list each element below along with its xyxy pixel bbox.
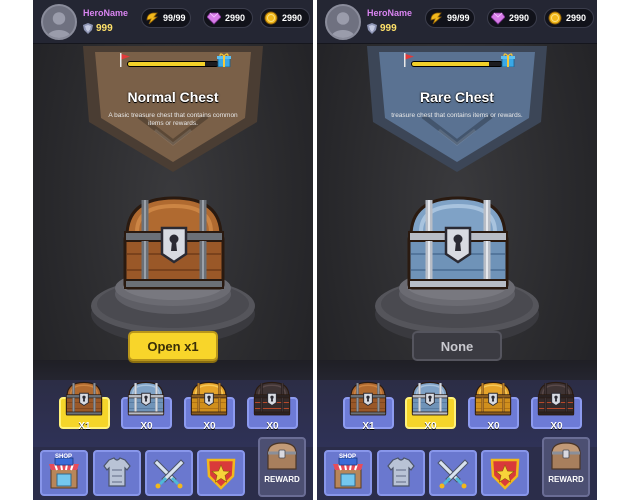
lava-chest-icon: [536, 381, 576, 417]
coins-counter[interactable]: 2990: [544, 8, 594, 28]
nav-badge-button[interactable]: [481, 450, 529, 496]
progress-fill: [128, 62, 205, 66]
reward-label: REWARD: [264, 475, 300, 484]
top-bar: HeroName 999 99/99 2990 2990: [317, 0, 597, 44]
avatar[interactable]: [325, 4, 361, 40]
chest-description: A basic treasure chest that contains com…: [108, 112, 238, 127]
energy-icon: [428, 10, 444, 26]
reward-chest-icon: [267, 442, 297, 470]
nav-reward-button[interactable]: REWARD: [542, 437, 590, 497]
nav-reward-button[interactable]: REWARD: [258, 437, 306, 497]
lava-chest-icon: [252, 381, 292, 417]
chest-slot-count-rare: X0: [140, 421, 153, 432]
player-level-row: 999: [367, 23, 397, 34]
gold-chest-icon: [473, 381, 513, 417]
stage: HeroName 999 99/99 2990 2990 Normal Ches…: [0, 0, 630, 500]
player-level: 999: [96, 23, 113, 34]
shop-icon: [333, 457, 363, 489]
energy-value: 99/99: [163, 13, 186, 23]
shop-sign: SHOP: [55, 454, 73, 460]
crossed-swords-icon: [437, 459, 469, 489]
avatar-icon: [46, 12, 72, 38]
chest-slot-count-rare: X0: [424, 421, 437, 432]
top-bar: HeroName 999 99/99 2990 2990: [33, 0, 313, 44]
shield-icon: [83, 23, 93, 34]
chest-slot-count-lava: X0: [266, 421, 279, 432]
gems-value: 2990: [225, 13, 246, 23]
chest-slot-count-common: X1: [362, 421, 375, 432]
gems-counter[interactable]: 2990: [203, 8, 253, 28]
progress-fill: [412, 62, 489, 66]
normal-chest-screen: HeroName 999 99/99 2990 2990 Normal Ches…: [33, 0, 313, 500]
featured-chest[interactable]: [119, 194, 229, 294]
chest-title: Rare Chest: [420, 89, 494, 105]
shield-star-icon: [206, 458, 236, 490]
common-chest-icon: [64, 381, 104, 417]
progress-track: [127, 61, 219, 67]
shop-icon: [49, 457, 79, 489]
open-chest-button[interactable]: Open x1: [128, 331, 218, 361]
avatar[interactable]: [41, 4, 77, 40]
flag-icon: [120, 53, 130, 67]
player-level: 999: [380, 23, 397, 34]
open-chest-button[interactable]: None: [412, 331, 502, 361]
energy-value: 99/99: [447, 13, 470, 23]
player-name: HeroName: [367, 8, 413, 18]
gems-value: 2990: [509, 13, 530, 23]
rare-chest-icon: [126, 381, 166, 417]
nav-armor-button[interactable]: [93, 450, 141, 496]
chest-title: Normal Chest: [127, 89, 219, 105]
coins-value: 2990: [566, 13, 587, 23]
rare-chest-screen: HeroName 999 99/99 2990 2990 Rare Chest …: [317, 0, 597, 500]
nav-armor-button[interactable]: [377, 450, 425, 496]
gold-chest-icon: [189, 381, 229, 417]
crossed-swords-icon: [153, 459, 185, 489]
shield-star-icon: [490, 458, 520, 490]
reward-chest-icon: [551, 442, 581, 470]
gem-icon: [206, 10, 222, 26]
coins-value: 2990: [282, 13, 303, 23]
chest-progress-bar: [404, 53, 515, 70]
armor-icon: [387, 457, 415, 487]
common-chest-icon: [348, 381, 388, 417]
progress-track: [411, 61, 503, 67]
nav-badge-button[interactable]: [197, 450, 245, 496]
gem-icon: [490, 10, 506, 26]
chest-slot-count-gold: X0: [487, 421, 500, 432]
flag-icon: [404, 53, 414, 67]
shop-sign: SHOP: [339, 454, 357, 460]
gift-icon: [217, 53, 231, 67]
reward-label: REWARD: [548, 475, 584, 484]
gift-icon: [501, 53, 515, 67]
gems-counter[interactable]: 2990: [487, 8, 537, 28]
energy-counter[interactable]: 99/99: [141, 8, 191, 28]
nav-weapons-button[interactable]: [145, 450, 193, 496]
shield-icon: [367, 23, 377, 34]
avatar-icon: [330, 12, 356, 38]
chest-slot-count-common: X1: [78, 421, 91, 432]
chest-progress-bar: [120, 53, 231, 70]
coin-icon: [547, 10, 563, 26]
armor-icon: [103, 457, 131, 487]
chest-slot-count-lava: X0: [550, 421, 563, 432]
coin-icon: [263, 10, 279, 26]
player-level-row: 999: [83, 23, 113, 34]
featured-chest[interactable]: [403, 194, 513, 294]
chest-slot-count-gold: X0: [203, 421, 216, 432]
player-name: HeroName: [83, 8, 129, 18]
energy-counter[interactable]: 99/99: [425, 8, 475, 28]
energy-icon: [144, 10, 160, 26]
coins-counter[interactable]: 2990: [260, 8, 310, 28]
chest-description: treasure chest that contains items or re…: [391, 112, 523, 119]
nav-weapons-button[interactable]: [429, 450, 477, 496]
rare-chest-icon: [410, 381, 450, 417]
